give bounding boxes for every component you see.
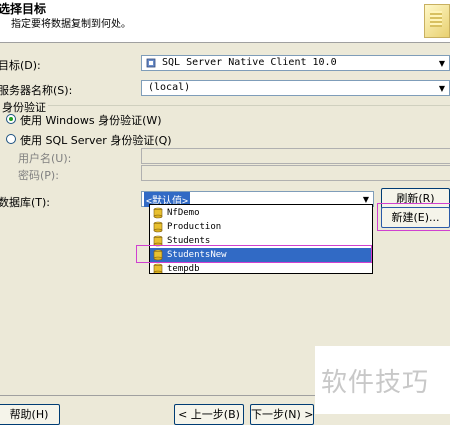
wizard-database-icon (424, 4, 450, 38)
password-label: 密码(P): (18, 169, 59, 182)
back-button[interactable]: < 上一步(B) (174, 404, 244, 425)
windows-auth-radio[interactable] (6, 114, 16, 124)
list-item[interactable]: Production (150, 220, 372, 234)
database-dropdown-list[interactable]: NfDemo Production Students StudentsNew t… (149, 204, 373, 274)
selected-item-highlight (136, 245, 372, 263)
list-item-label: Production (167, 222, 222, 232)
watermark: 软件技巧 (315, 346, 450, 414)
password-input[interactable] (141, 165, 450, 181)
list-item[interactable]: tempdb (150, 262, 372, 273)
watermark-text: 软件技巧 (321, 368, 430, 398)
help-button[interactable]: 帮助(H) (0, 404, 60, 425)
server-label: 服务器名称(S): (0, 84, 73, 97)
database-icon (153, 221, 163, 233)
windows-auth-label[interactable]: 使用 Windows 身份验证(W) (20, 112, 162, 128)
list-item-label: tempdb (167, 264, 200, 273)
server-value: (local) (148, 82, 191, 93)
chevron-down-icon: ▼ (438, 58, 446, 68)
target-select[interactable]: SQL Server Native Client 10.0 ▼ (141, 55, 450, 71)
list-item-label: NfDemo (167, 208, 200, 218)
provider-icon (146, 58, 156, 68)
sql-auth-radio[interactable] (6, 134, 16, 144)
chevron-down-icon: ▼ (438, 83, 446, 93)
username-label: 用户名(U): (18, 152, 72, 165)
database-icon (153, 207, 163, 219)
target-value: SQL Server Native Client 10.0 (162, 57, 337, 68)
group-divider (48, 105, 450, 106)
database-label: 数据库(T): (0, 196, 51, 209)
next-button[interactable]: 下一步(N) > (250, 404, 314, 425)
sql-auth-label[interactable]: 使用 SQL Server 身份验证(Q) (20, 132, 172, 148)
wizard-header: 选择目标 指定要将数据复制到何处。 (0, 0, 450, 43)
target-label: 目标(D): (0, 59, 41, 72)
list-item[interactable]: NfDemo (150, 206, 372, 220)
page-subtitle: 指定要将数据复制到何处。 (11, 19, 131, 30)
new-button-highlight (377, 203, 450, 231)
server-select[interactable]: (local) ▼ (141, 80, 450, 96)
database-icon (153, 263, 163, 273)
username-input[interactable] (141, 148, 450, 164)
